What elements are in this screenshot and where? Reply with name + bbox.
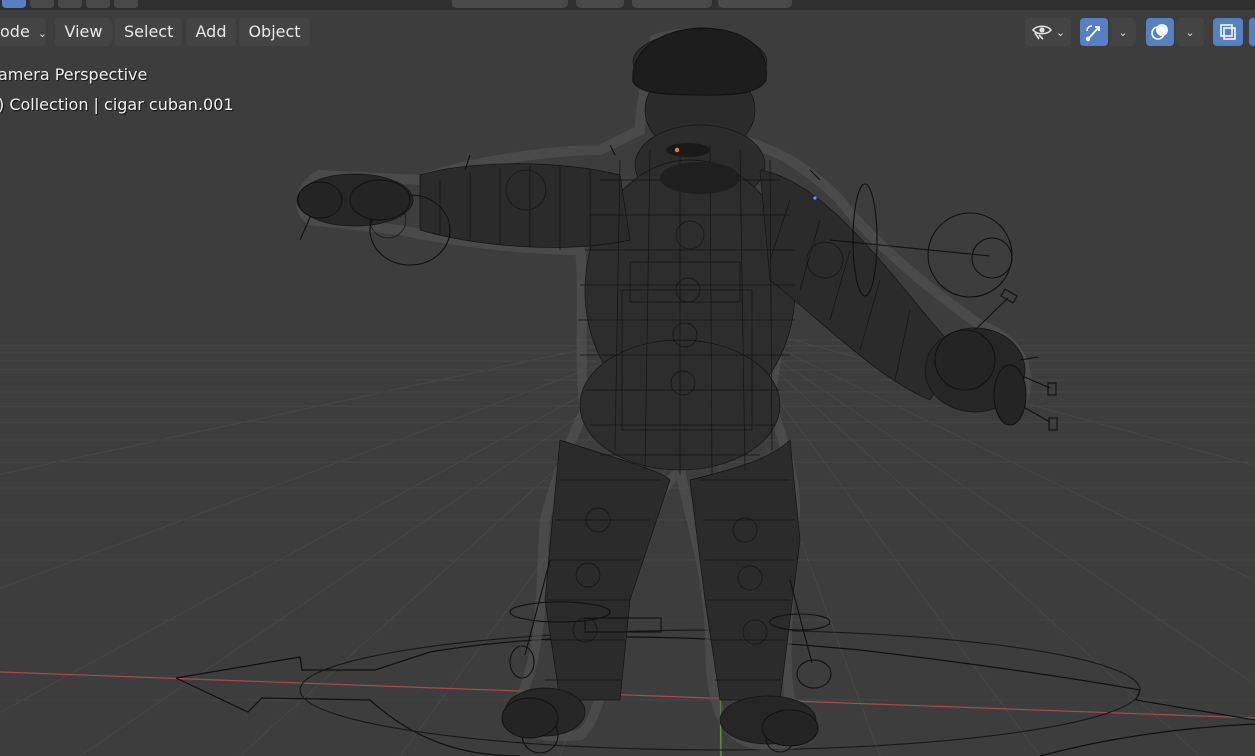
mode-dropdown[interactable]: ode ⌄ [0, 18, 48, 46]
view-name-label: amera Perspective [0, 65, 148, 84]
view-menu[interactable]: View [55, 18, 112, 46]
chevron-down-icon: ⌄ [1185, 25, 1195, 39]
transform-orientation-dropdown[interactable] [452, 0, 568, 8]
select-extend-tool[interactable] [30, 0, 54, 8]
select-menu[interactable]: Select [115, 18, 182, 46]
gizmo-icon [1085, 25, 1100, 42]
top-toolbar-strip [0, 0, 1255, 10]
select-intersect-tool[interactable] [114, 0, 138, 8]
mode-label: ode [0, 22, 30, 41]
pivot-point-dropdown[interactable] [576, 0, 624, 8]
select-invert-tool[interactable] [86, 0, 110, 8]
xray-toggle[interactable] [1213, 18, 1243, 46]
xray-icon [1220, 24, 1236, 40]
chevron-down-icon: ⌄ [37, 27, 48, 40]
object-menu[interactable]: Object [239, 18, 310, 46]
proportional-edit-toggle[interactable] [718, 0, 792, 8]
add-menu[interactable]: Add [186, 18, 236, 46]
gizmo-options-dropdown[interactable]: ⌄ [1110, 18, 1136, 46]
select-subtract-tool[interactable] [58, 0, 82, 8]
overlays-icon [1151, 24, 1168, 40]
gizmo-toggle[interactable] [1080, 18, 1108, 46]
shading-mode-button[interactable] [1249, 18, 1255, 46]
select-box-tool[interactable] [2, 0, 26, 8]
overlays-toggle[interactable] [1146, 18, 1174, 46]
eye-icon [1031, 25, 1052, 40]
overlays-options-dropdown[interactable]: ⌄ [1176, 18, 1204, 46]
snap-toggle[interactable] [632, 0, 712, 8]
chevron-down-icon: ⌄ [1118, 25, 1128, 39]
visibility-dropdown[interactable]: ⌄ [1025, 18, 1071, 46]
chevron-down-icon: ⌄ [1055, 25, 1066, 39]
collection-info-label: ) Collection | cigar cuban.001 [0, 95, 234, 114]
